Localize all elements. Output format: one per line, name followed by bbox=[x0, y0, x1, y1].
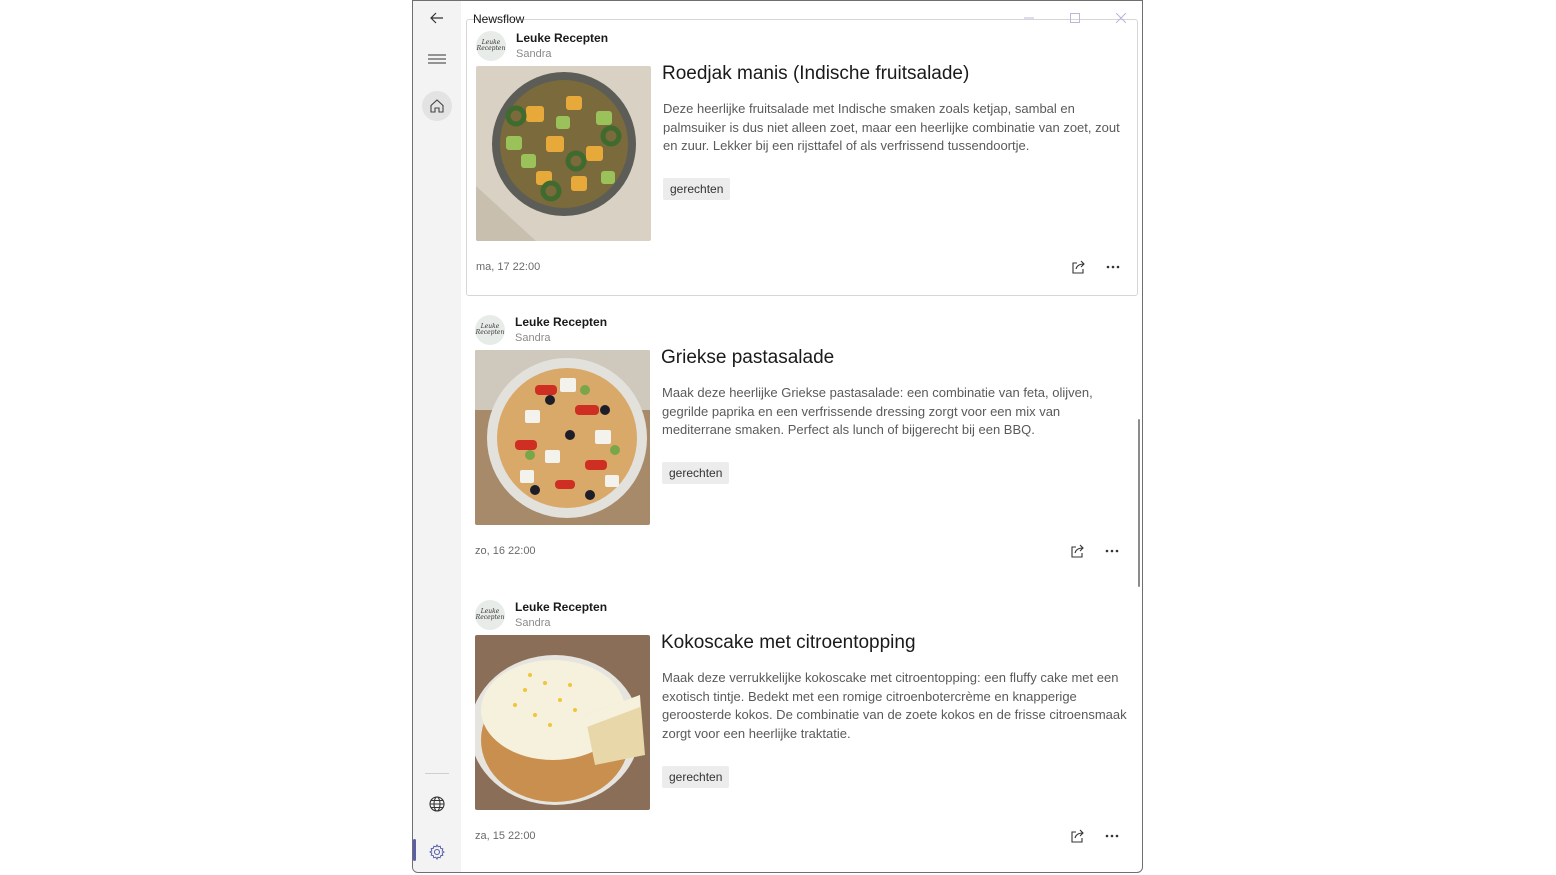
more-options-button[interactable] bbox=[1101, 540, 1123, 562]
author-name: Sandra bbox=[516, 48, 552, 60]
article-title[interactable]: Kokoscake met citroentopping bbox=[661, 632, 916, 654]
article-card[interactable]: Leuke Recepten Leuke Recepten Sandra Roe… bbox=[466, 19, 1138, 296]
share-button[interactable] bbox=[1066, 825, 1088, 847]
hamburger-icon bbox=[428, 54, 446, 64]
author-name: Sandra bbox=[515, 332, 551, 344]
close-icon bbox=[1116, 13, 1126, 23]
article-description: Maak deze verrukkelijke kokoscake met ci… bbox=[662, 670, 1127, 741]
close-button[interactable] bbox=[1111, 9, 1131, 27]
more-options-button[interactable] bbox=[1102, 256, 1124, 278]
share-button[interactable] bbox=[1067, 256, 1089, 278]
article-date: zo, 16 22:00 bbox=[475, 545, 536, 557]
article-thumbnail[interactable] bbox=[476, 66, 651, 241]
vertical-scrollbar[interactable] bbox=[1138, 419, 1140, 587]
menu-button[interactable] bbox=[421, 43, 453, 75]
minimize-icon bbox=[1024, 17, 1034, 19]
share-icon bbox=[1070, 544, 1084, 558]
source-name: Leuke Recepten bbox=[515, 600, 608, 614]
article-title[interactable]: Griekse pastasalade bbox=[661, 347, 834, 369]
more-dots-icon bbox=[1105, 549, 1119, 553]
author-name: Sandra bbox=[515, 617, 551, 629]
back-arrow-icon bbox=[430, 12, 443, 24]
source-name: Leuke Recepten bbox=[515, 315, 608, 329]
article-thumbnail[interactable] bbox=[475, 635, 650, 810]
app-title: Newsflow bbox=[473, 12, 525, 26]
back-button[interactable] bbox=[421, 2, 453, 34]
category-tag[interactable]: gerechten bbox=[663, 178, 731, 200]
maximize-button[interactable] bbox=[1065, 9, 1085, 27]
share-icon bbox=[1071, 260, 1085, 274]
selected-indicator bbox=[413, 839, 416, 861]
nav-divider bbox=[425, 773, 449, 774]
source-avatar: Leuke Recepten bbox=[475, 315, 505, 345]
source-avatar: Leuke Recepten bbox=[475, 600, 505, 630]
more-options-button[interactable] bbox=[1101, 825, 1123, 847]
article-date: ma, 17 22:00 bbox=[476, 261, 541, 273]
category-tag[interactable]: gerechten bbox=[662, 766, 730, 788]
globe-icon bbox=[429, 796, 445, 812]
navigation-sidebar bbox=[413, 1, 461, 872]
article-feed: Leuke Recepten Leuke Recepten Sandra Roe… bbox=[461, 1, 1142, 872]
more-dots-icon bbox=[1105, 834, 1119, 838]
article-description: Maak deze heerlijke Griekse pastasalade:… bbox=[662, 385, 1093, 437]
article-card[interactable]: Leuke Recepten Leuke Recepten Sandra Kok… bbox=[466, 589, 1138, 866]
nav-item-settings[interactable] bbox=[421, 836, 453, 868]
article-title[interactable]: Roedjak manis (Indische fruitsalade) bbox=[662, 63, 969, 85]
gear-icon bbox=[429, 844, 445, 860]
minimize-button[interactable] bbox=[1019, 9, 1039, 27]
share-icon bbox=[1070, 829, 1084, 843]
category-tag[interactable]: gerechten bbox=[662, 462, 730, 484]
article-description: Deze heerlijke fruitsalade met Indische … bbox=[663, 101, 1120, 153]
nav-item-web[interactable] bbox=[421, 788, 453, 820]
home-icon bbox=[430, 99, 444, 113]
article-date: za, 15 22:00 bbox=[475, 830, 536, 842]
article-thumbnail[interactable] bbox=[475, 350, 650, 525]
article-card[interactable]: Leuke Recepten Leuke Recepten Sandra Gri… bbox=[466, 304, 1138, 581]
nav-item-home[interactable] bbox=[422, 91, 452, 121]
more-dots-icon bbox=[1106, 265, 1120, 269]
maximize-icon bbox=[1070, 13, 1080, 23]
title-bar: Newsflow bbox=[461, 1, 1142, 35]
share-button[interactable] bbox=[1066, 540, 1088, 562]
app-window: Leuke Recepten Leuke Recepten Sandra Roe… bbox=[412, 0, 1143, 873]
source-avatar: Leuke Recepten bbox=[476, 31, 506, 61]
